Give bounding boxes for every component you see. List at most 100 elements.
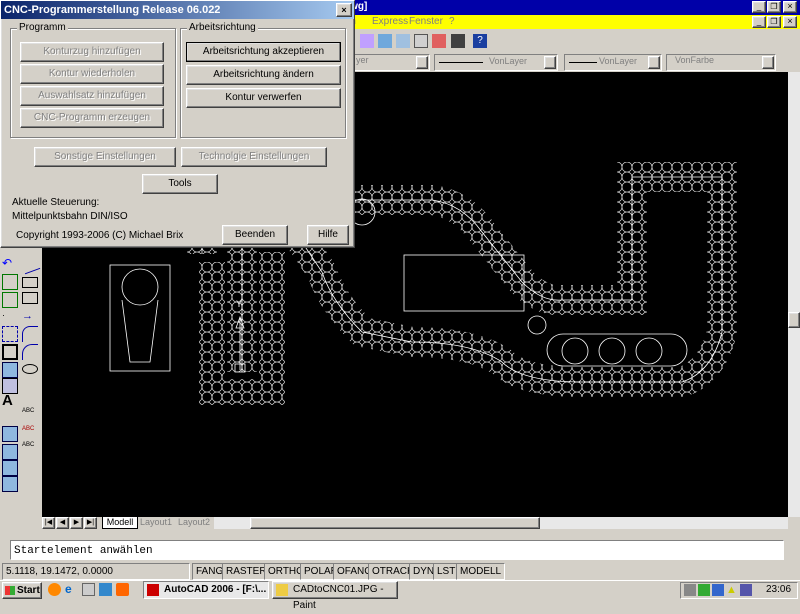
chevron-down-icon — [416, 56, 428, 69]
color-dropdown[interactable]: VonLayer — [434, 54, 558, 71]
line-sample — [439, 62, 483, 63]
slot-hole-1 — [561, 337, 589, 365]
tab-layout1[interactable]: Layout1 — [138, 517, 174, 529]
autocad-icon — [147, 584, 159, 596]
quicklaunch-icon-4[interactable] — [99, 583, 112, 596]
tray-icon-2[interactable] — [698, 584, 710, 596]
tray-icon-3[interactable] — [712, 584, 724, 596]
copyright-text: Copyright 1993-2006 (C) Michael Brix — [16, 230, 184, 241]
tab-first-icon[interactable]: |◀ — [42, 517, 55, 529]
kontur-verwerfen-button[interactable]: Kontur verwerfen — [186, 88, 341, 108]
paint-icon — [276, 584, 288, 596]
toolbar-icon-3[interactable] — [396, 34, 410, 48]
h-scroll-thumb[interactable] — [250, 517, 540, 529]
arbeitsrichtung-akzeptieren-button[interactable]: Arbeitsrichtung akzeptieren — [186, 42, 341, 62]
lineweight-dropdown[interactable]: VonFarbe — [666, 54, 776, 71]
doc-restore-button[interactable]: ❐ — [767, 16, 781, 28]
layer-tool-icon[interactable] — [2, 426, 18, 442]
start-windows-icon — [5, 586, 15, 595]
copy-tool-icon[interactable] — [2, 274, 18, 290]
spell-check-icon[interactable]: ABC — [22, 426, 38, 442]
ie-icon[interactable]: e — [65, 583, 78, 596]
command-line[interactable]: Startelement anwählen — [10, 540, 784, 560]
toolbar-icon-2[interactable] — [378, 34, 392, 48]
arc-tool-icon[interactable] — [22, 326, 38, 342]
technologie-einstellungen-button[interactable]: Technolgie Einstellungen — [181, 147, 327, 167]
scroll-thumb[interactable] — [788, 312, 800, 328]
tab-last-icon[interactable]: ▶| — [84, 517, 97, 529]
kontur-wiederholen-button[interactable]: Kontur wiederholen — [20, 64, 164, 84]
sonstige-einstellungen-button[interactable]: Sonstige Einstellungen — [34, 147, 176, 167]
ellipse-tool-icon[interactable] — [22, 364, 38, 374]
find-text-icon[interactable]: ABC — [22, 442, 38, 458]
tray-icon-5[interactable] — [740, 584, 752, 596]
undo-icon[interactable]: ↶ — [2, 256, 18, 272]
arrow-tool-icon[interactable]: → — [22, 310, 38, 326]
cnc-dialog: CNC-Programmerstellung Release 06.022 × … — [0, 0, 355, 248]
layer-dropdown[interactable]: yer — [352, 54, 430, 71]
acad-minimize-button[interactable]: _ — [752, 1, 766, 13]
menu-item-help[interactable]: ? — [449, 16, 455, 27]
taskbar-paint-label: CADtoCNC01.JPG - Paint — [293, 584, 384, 611]
ucs-y-label: Y — [236, 299, 242, 309]
steuerung-label: Aktuelle Steuerung: — [12, 197, 100, 208]
tab-next-icon[interactable]: ▶ — [70, 517, 83, 529]
text-abc-icon[interactable]: ABC — [22, 408, 38, 424]
beenden-button[interactable]: Beenden — [222, 225, 288, 245]
help-icon[interactable]: ? — [473, 34, 487, 48]
layer-tool-icon-2[interactable] — [2, 444, 18, 460]
taskbar-paint-button[interactable]: CADtoCNC01.JPG - Paint — [272, 581, 398, 611]
arbeitsrichtung-group-label: Arbeitsrichtung — [187, 22, 258, 33]
cnc-programm-erzeugen-button[interactable]: CNC-Programm erzeugen — [20, 108, 164, 128]
rectangle-tool-icon[interactable] — [22, 277, 38, 288]
chevron-down-icon — [648, 56, 660, 69]
trim-tool-icon[interactable] — [2, 344, 18, 360]
coordinates-display: 5.1118, 19.1472, 0.0000 — [2, 563, 190, 580]
stretch-tool-icon[interactable]: · — [2, 310, 18, 326]
quicklaunch-icon-5[interactable] — [116, 583, 129, 596]
dialog-title: CNC-Programmerstellung Release 06.022 — [4, 4, 221, 16]
layer-tool-icon-3[interactable] — [2, 460, 18, 476]
doc-close-button[interactable]: × — [783, 16, 797, 28]
linetype-dropdown[interactable]: VonLayer — [564, 54, 662, 71]
fillet-tool-icon[interactable] — [22, 344, 38, 360]
toolbar-icon-4[interactable] — [414, 34, 428, 48]
start-button[interactable]: Start — [2, 582, 42, 599]
part-taper — [121, 299, 159, 363]
steuerung-value: Mittelpunktsbahn DIN/ISO — [12, 211, 128, 222]
arbeitsrichtung-aendern-button[interactable]: Arbeitsrichtung ändern — [186, 65, 341, 85]
region-tool-icon[interactable] — [22, 292, 38, 304]
dialog-close-button[interactable]: × — [336, 3, 352, 17]
circle-shape — [527, 315, 547, 335]
menu-item-fenster[interactable]: Fenster — [409, 16, 443, 27]
hatch-tool-icon[interactable] — [2, 362, 18, 378]
layer-tool-icon-4[interactable] — [2, 476, 18, 492]
part-circle — [121, 268, 159, 306]
tray-icon[interactable] — [684, 584, 696, 596]
menu-item-express[interactable]: Express — [372, 16, 408, 27]
konturzug-hinzufuegen-button[interactable]: Konturzug hinzufügen — [20, 42, 164, 62]
warning-icon[interactable]: ▲ — [726, 584, 738, 596]
vertical-scrollbar[interactable] — [788, 72, 800, 517]
text-tool-icon[interactable]: A — [2, 392, 18, 409]
scale-tool-icon[interactable] — [2, 326, 18, 342]
part-outline — [109, 264, 171, 372]
chevron-down-icon — [762, 56, 774, 69]
quicklaunch-icon-3[interactable] — [82, 583, 95, 596]
tools-button[interactable]: Tools — [142, 174, 218, 194]
tab-layout2[interactable]: Layout2 — [176, 517, 212, 529]
acad-close-button[interactable]: × — [783, 1, 797, 13]
toggle-modell[interactable]: MODELL — [456, 563, 506, 580]
toolbar-icon-1[interactable] — [360, 34, 374, 48]
auswahlsatz-hinzufuegen-button[interactable]: Auswahlsatz hinzufügen — [20, 86, 164, 106]
tab-prev-icon[interactable]: ◀ — [56, 517, 69, 529]
calculator-icon[interactable] — [451, 34, 465, 48]
acad-restore-button[interactable]: ❐ — [767, 1, 781, 13]
hilfe-button[interactable]: Hilfe — [307, 225, 349, 245]
taskbar-autocad-button[interactable]: AutoCAD 2006 - [F:\... — [143, 581, 269, 599]
tab-modell[interactable]: Modell — [102, 517, 138, 529]
doc-minimize-button[interactable]: _ — [752, 16, 766, 28]
mirror-tool-icon[interactable] — [2, 292, 18, 308]
quicklaunch-icon-1[interactable] — [48, 583, 61, 596]
toolbar-icon-5[interactable] — [432, 34, 446, 48]
